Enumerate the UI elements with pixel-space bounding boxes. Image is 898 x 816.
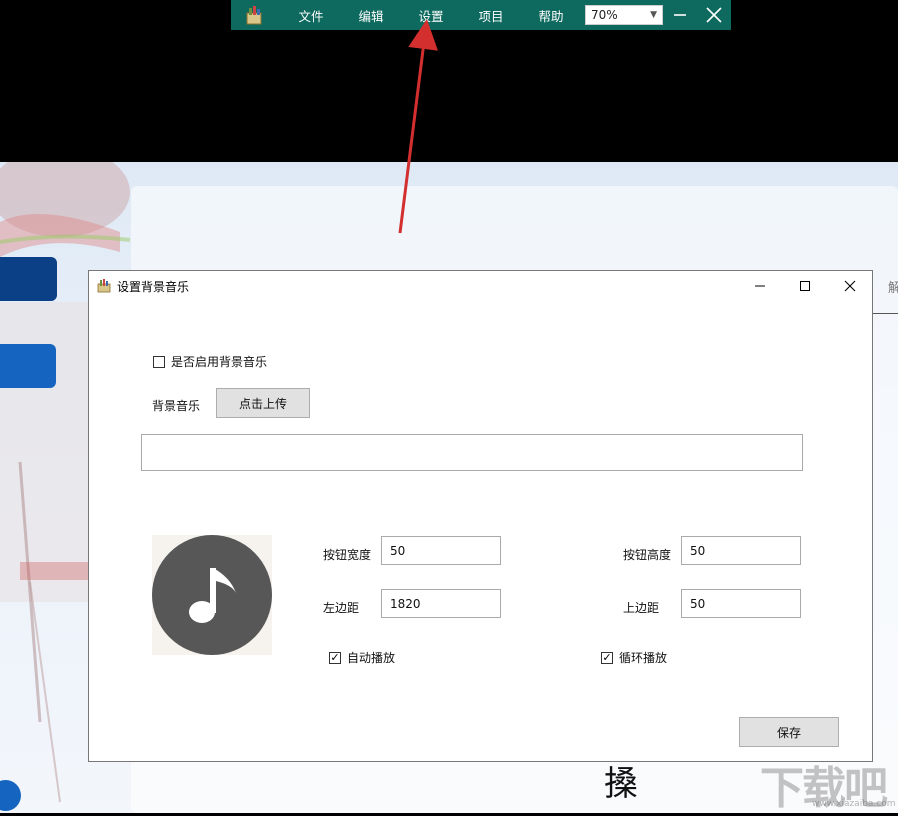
close-icon bbox=[706, 7, 722, 23]
menu-edit[interactable]: 编辑 bbox=[341, 6, 401, 25]
autoplay-option[interactable]: ✓ 自动播放 bbox=[329, 649, 395, 666]
menu-help[interactable]: 帮助 bbox=[521, 6, 581, 25]
loop-checkbox[interactable]: ✓ bbox=[601, 651, 613, 664]
watermark-url: www.xiazaiba.com bbox=[812, 799, 896, 809]
dropdown-caret-icon: ▼ bbox=[650, 10, 657, 20]
enable-music-label: 是否启用背景音乐 bbox=[171, 355, 268, 369]
maximize-icon bbox=[800, 281, 810, 291]
top-margin-label: 上边距 bbox=[623, 601, 660, 615]
button-height-input[interactable]: 50 bbox=[681, 536, 801, 565]
zoom-select[interactable]: 70% ▼ bbox=[585, 5, 663, 25]
autoplay-label: 自动播放 bbox=[347, 651, 396, 665]
enable-music-checkbox[interactable] bbox=[153, 355, 165, 368]
menu-project[interactable]: 项目 bbox=[461, 6, 521, 25]
app-logo-icon bbox=[246, 6, 262, 25]
button-width-input[interactable]: 50 bbox=[381, 536, 501, 565]
music-note-icon bbox=[152, 535, 272, 655]
dialog-maximize-button[interactable] bbox=[782, 271, 828, 301]
dialog-title: 设置背景音乐 bbox=[117, 279, 190, 294]
app-minimize-button[interactable] bbox=[663, 0, 697, 30]
loop-option[interactable]: ✓ 循环播放 bbox=[601, 649, 667, 666]
menu-settings[interactable]: 设置 bbox=[401, 6, 461, 25]
music-thumbnail bbox=[152, 535, 272, 655]
autoplay-checkbox[interactable]: ✓ bbox=[329, 651, 341, 664]
app-logo-icon bbox=[97, 279, 111, 293]
dialog-close-button[interactable] bbox=[827, 271, 873, 301]
button-width-label: 按钮宽度 bbox=[323, 548, 372, 562]
menu-file[interactable]: 文件 bbox=[281, 6, 341, 25]
left-margin-input[interactable]: 1820 bbox=[381, 589, 501, 618]
music-file-path-field[interactable] bbox=[141, 434, 803, 471]
sidebar-button-2[interactable] bbox=[0, 344, 56, 388]
loop-label: 循环播放 bbox=[619, 651, 668, 665]
save-button[interactable]: 保存 bbox=[739, 717, 839, 747]
background-large-text: 搡 bbox=[604, 764, 638, 804]
edge-divider bbox=[873, 313, 898, 314]
minimize-icon bbox=[674, 14, 686, 16]
enable-music-option[interactable]: 是否启用背景音乐 bbox=[153, 353, 267, 370]
sidebar-button-1[interactable] bbox=[0, 257, 57, 301]
left-margin-label: 左边距 bbox=[323, 601, 360, 615]
bg-music-dialog: 设置背景音乐 是否启用背景音乐 背景音乐 点击上传 按钮宽度 50 按钮高度 5… bbox=[88, 270, 873, 762]
dialog-minimize-button[interactable] bbox=[737, 271, 783, 301]
top-margin-input[interactable]: 50 bbox=[681, 589, 801, 618]
zoom-value: 70% bbox=[591, 8, 618, 22]
minimize-icon bbox=[755, 285, 765, 287]
edge-tab-text: 解 bbox=[888, 281, 898, 296]
app-toolbar: 文件 编辑 设置 项目 帮助 70% ▼ bbox=[231, 0, 731, 30]
close-icon bbox=[844, 280, 856, 292]
app-close-button[interactable] bbox=[697, 0, 731, 30]
upload-button[interactable]: 点击上传 bbox=[216, 388, 310, 418]
button-height-label: 按钮高度 bbox=[623, 548, 672, 562]
bg-music-label: 背景音乐 bbox=[152, 399, 201, 413]
